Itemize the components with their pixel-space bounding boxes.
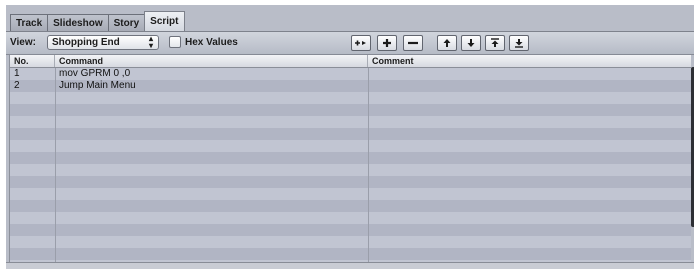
move-to-bottom-icon [515,39,523,48]
empty-table-row[interactable] [10,140,691,152]
empty-table-row[interactable] [10,116,691,128]
insert-command-button[interactable] [351,35,371,51]
minus-icon [408,41,418,45]
script-toolbar: View: Shopping End ▴ ▾ Hex Values [6,31,694,55]
column-header-no[interactable]: No. [10,55,55,67]
table-row[interactable]: 1 mov GPRM 0 ,0 [10,68,691,80]
move-down-button[interactable] [461,35,481,51]
arrow-up-icon [443,39,451,47]
table-header: No. Command Comment [10,55,691,68]
view-label: View: [10,37,36,48]
move-to-top-button[interactable] [485,35,505,51]
empty-table-row[interactable] [10,92,691,104]
table-body: 1 mov GPRM 0 ,0 2 Jump Main Menu [10,68,691,262]
view-popup-value: Shopping End [52,37,120,48]
column-divider-command [368,68,369,262]
row-number-cell[interactable]: 2 [10,80,20,92]
command-cell[interactable]: mov GPRM 0 ,0 [55,68,130,80]
empty-table-row[interactable] [10,224,691,236]
delete-command-button[interactable] [403,35,423,51]
empty-table-row[interactable] [10,104,691,116]
arrow-down-icon [467,39,475,47]
add-command-button[interactable] [377,35,397,51]
view-popup[interactable]: Shopping End ▴ ▾ [47,35,159,50]
empty-table-row[interactable] [10,152,691,164]
empty-table-row[interactable] [10,128,691,140]
column-header-comment[interactable]: Comment [368,55,691,67]
empty-table-row[interactable] [10,236,691,248]
table-row[interactable]: 2 Jump Main Menu [10,80,691,92]
empty-table-row[interactable] [10,188,691,200]
empty-table-row[interactable] [10,248,691,260]
move-to-bottom-button[interactable] [509,35,529,51]
plus-icon [383,39,391,47]
bottom-bar [6,262,694,269]
command-cell[interactable]: Jump Main Menu [55,80,136,92]
insert-before-icon [355,40,366,46]
move-up-button[interactable] [437,35,457,51]
tab-script[interactable]: Script [144,11,185,31]
tab-track[interactable]: Track [10,14,49,31]
tab-bar: Track Slideshow Story Script [10,11,185,31]
popup-arrows-icon: ▴ ▾ [148,34,153,50]
tab-story[interactable]: Story [107,14,146,31]
empty-table-row[interactable] [10,164,691,176]
hex-values-checkbox[interactable] [169,36,181,48]
hex-values-label: Hex Values [185,37,238,48]
tab-slideshow[interactable]: Slideshow [47,14,109,31]
empty-table-row[interactable] [10,212,691,224]
column-header-command[interactable]: Command [55,55,368,67]
row-number-cell[interactable]: 1 [10,68,20,80]
move-to-top-icon [491,38,499,47]
column-divider-no [55,68,56,262]
empty-table-row[interactable] [10,176,691,188]
script-command-table: No. Command Comment 1 mov GPRM 0 ,0 2 Jump … [9,55,691,262]
script-editor-window: Track Slideshow Story Script View: Shopp… [6,5,694,269]
empty-table-row[interactable] [10,200,691,212]
